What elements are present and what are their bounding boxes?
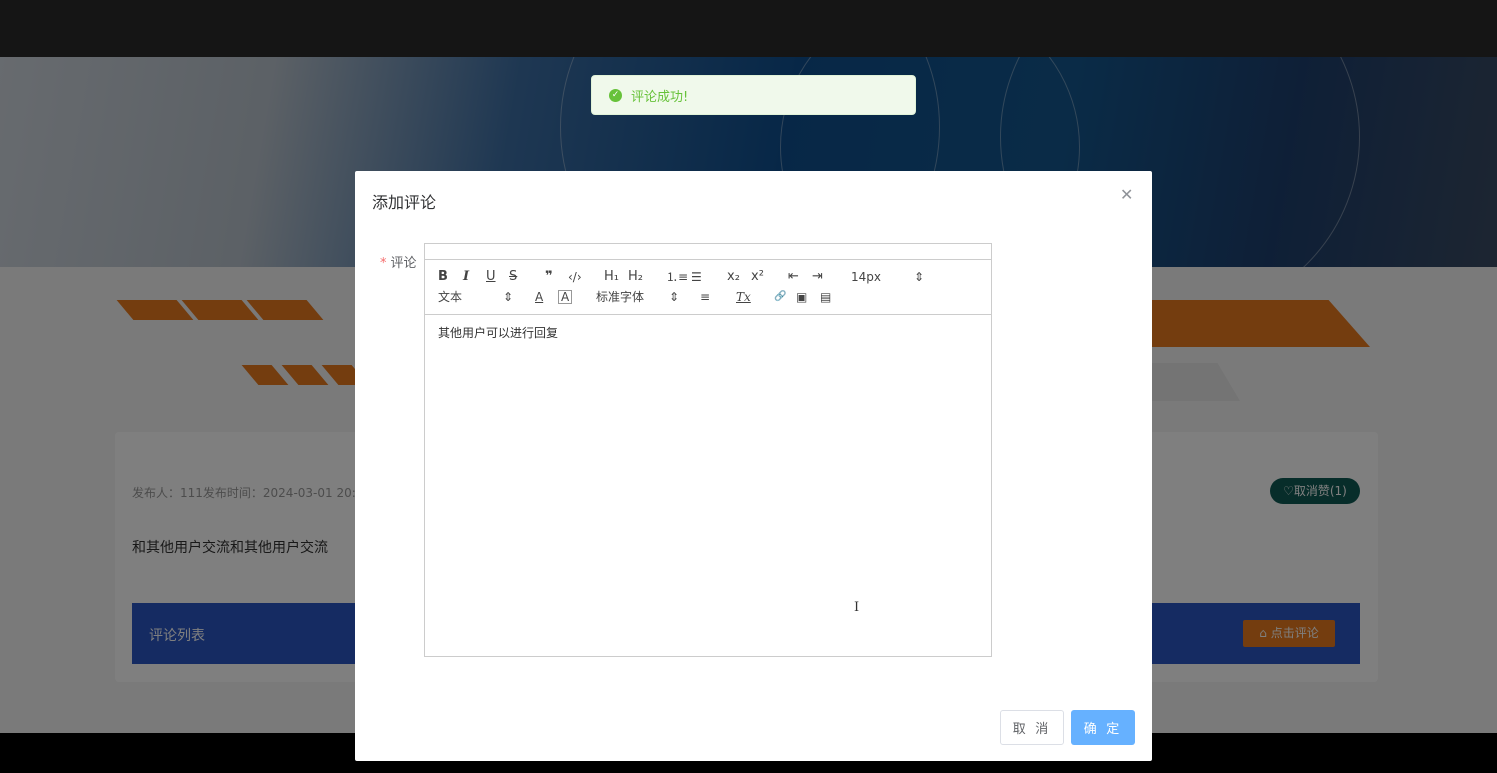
link-button[interactable]: 🔗	[774, 288, 786, 306]
cancel-button[interactable]: 取 消	[1000, 710, 1064, 745]
indent-button[interactable]: ⇥	[812, 268, 823, 286]
confirm-button[interactable]: 确 定	[1071, 710, 1135, 745]
select-arrows-icon: ⇕	[503, 290, 514, 304]
bullet-list-button[interactable]: ☰	[691, 268, 702, 286]
required-mark: *	[380, 256, 387, 271]
outdent-button[interactable]: ⇤	[788, 268, 799, 286]
add-comment-dialog: 添加评论 ✕ * 评论 B I U S ❞ ‹/› H₁ H₂ ⒈≡ ☰ x₂ x…	[355, 171, 1152, 761]
font-color-button[interactable]: A	[535, 288, 543, 306]
success-toast: ✓ 评论成功!	[591, 75, 916, 115]
select-arrows-icon: ⇕	[914, 270, 925, 284]
select-arrows-icon: ⇕	[669, 290, 680, 304]
align-button[interactable]: ≡	[700, 288, 710, 306]
editor-toolbar: B I U S ❞ ‹/› H₁ H₂ ⒈≡ ☰ x₂ x² ⇤ ⇥ 14px …	[425, 260, 991, 315]
header-select[interactable]: 文本	[438, 288, 462, 306]
underline-button[interactable]: U	[486, 268, 496, 286]
image-button[interactable]: ▣	[796, 288, 807, 306]
clean-format-button[interactable]: Tx	[736, 288, 751, 306]
editor-content[interactable]: 其他用户可以进行回复	[438, 324, 558, 341]
background-color-button[interactable]: A	[558, 290, 573, 304]
bold-button[interactable]: B	[438, 268, 448, 286]
close-icon[interactable]: ✕	[1120, 185, 1133, 204]
h1-button[interactable]: H₁	[604, 268, 619, 286]
editor-top-strip	[425, 244, 991, 260]
check-circle-icon: ✓	[609, 88, 622, 102]
size-select[interactable]: 14px	[851, 268, 881, 286]
video-button[interactable]: ▤	[820, 288, 831, 306]
italic-button[interactable]: I	[463, 268, 469, 286]
font-select[interactable]: 标准字体	[596, 288, 644, 306]
strike-button[interactable]: S	[509, 268, 517, 286]
toast-message: 评论成功!	[631, 89, 689, 105]
comment-label-text: 评论	[390, 256, 417, 271]
dialog-title: 添加评论	[372, 193, 437, 212]
ordered-list-button[interactable]: ⒈≡	[666, 268, 688, 286]
subscript-button[interactable]: x₂	[727, 268, 740, 286]
comment-field-label: * 评论	[380, 252, 417, 271]
text-cursor-icon: I	[854, 600, 860, 615]
rich-text-editor: B I U S ❞ ‹/› H₁ H₂ ⒈≡ ☰ x₂ x² ⇤ ⇥ 14px …	[424, 243, 992, 657]
code-block-button[interactable]: ‹/›	[568, 268, 582, 286]
blockquote-button[interactable]: ❞	[545, 268, 553, 286]
h2-button[interactable]: H₂	[628, 268, 643, 286]
superscript-button[interactable]: x²	[751, 268, 764, 286]
